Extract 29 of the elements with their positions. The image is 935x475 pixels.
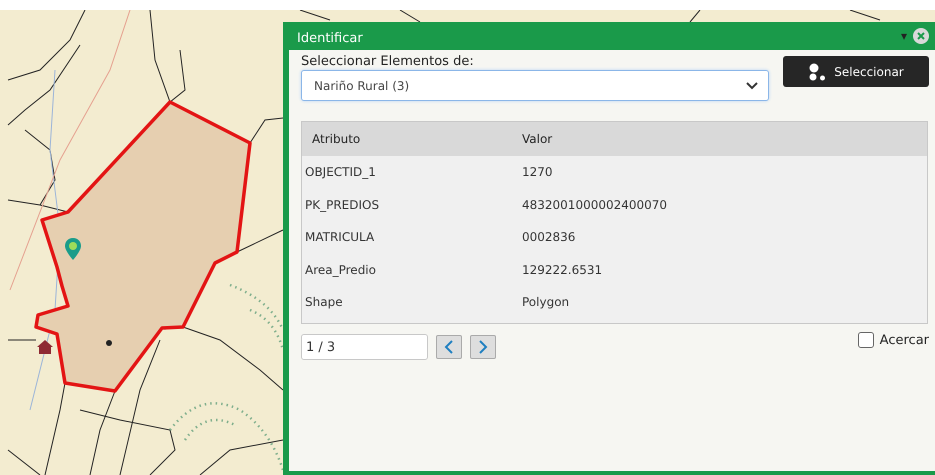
attribute-value: 1270 [522, 165, 553, 180]
chevron-right-icon [478, 340, 488, 354]
chevron-down-icon [746, 82, 758, 90]
source-label: Seleccionar Elementos de: [301, 54, 475, 69]
dots-icon [808, 62, 826, 80]
zoom-checkbox[interactable] [858, 332, 874, 348]
page-field[interactable]: 1 / 3 [301, 334, 428, 360]
attribute-value: Polygon [522, 295, 570, 310]
column-header: Valor [522, 132, 552, 146]
dialog-title: Identificar [297, 30, 364, 46]
collapse-button[interactable]: ▾ [899, 29, 909, 43]
next-button[interactable] [470, 335, 496, 359]
attribute-value: 129222.6531 [522, 262, 602, 277]
attribute-name: OBJECTID_1 [304, 165, 377, 180]
attribute-value: 4832001000002400070 [522, 198, 668, 212]
layer-select[interactable]: Nariño Rural (3) [301, 70, 769, 101]
chevron-left-icon [444, 340, 454, 354]
checkbox-label: Acercar [880, 332, 929, 348]
location-pin-icon [65, 238, 81, 260]
close-icon[interactable] [913, 28, 929, 44]
attribute-name: Shape [304, 295, 344, 310]
attribute-name: MATRICULA [304, 230, 376, 244]
attribute-name: Area_Predio [304, 262, 377, 277]
attribute-value: 0002836 [522, 230, 576, 244]
attribute-name: PK_PREDIOS [304, 198, 380, 212]
select-button[interactable]: Seleccionar [783, 56, 929, 87]
column-header: Atributo [311, 132, 362, 146]
previous-button[interactable] [436, 335, 462, 359]
house-icon [36, 339, 54, 355]
